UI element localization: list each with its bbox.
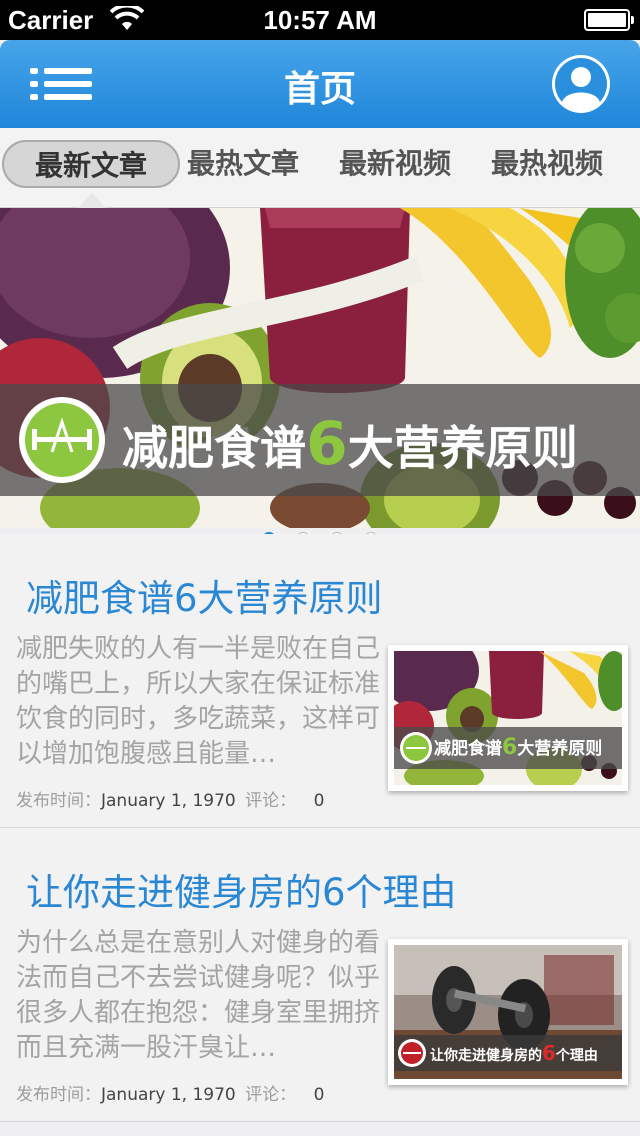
article-thumbnail[interactable]: 减肥食谱6大营养原则 bbox=[388, 645, 628, 791]
user-avatar-icon[interactable] bbox=[552, 55, 610, 113]
thumbnail-caption: 减肥食谱6大营养原则 bbox=[434, 731, 620, 765]
thumb-caption-prefix: 减肥食谱 bbox=[434, 739, 502, 759]
banner-headline-prefix: 减肥食谱 bbox=[122, 421, 306, 475]
clock: 10:57 AM bbox=[263, 5, 377, 35]
tab-latest-videos[interactable]: 最新视频 bbox=[332, 140, 458, 188]
thumb-caption-suffix: 个理由 bbox=[555, 1048, 598, 1064]
article-summary: 减肥失败的人有一半是败在自己的嘴巴上，所以大家在保证标准饮食的同时，多吃蔬菜，这… bbox=[16, 634, 381, 769]
thumb-caption-prefix: 让你走进健身房的 bbox=[430, 1048, 542, 1064]
publish-time-label: 发布时间： bbox=[16, 1085, 101, 1105]
status-bar: Carrier 10:57 AM bbox=[0, 0, 640, 40]
thumb-caption-number: 6 bbox=[502, 735, 518, 760]
battery-icon bbox=[584, 9, 634, 31]
comment-count: 0 bbox=[313, 791, 325, 811]
publish-date: January 1, 1970 bbox=[101, 1085, 236, 1105]
thumb-caption-number: 6 bbox=[542, 1041, 556, 1065]
banner-headline-number: 6 bbox=[306, 409, 348, 479]
tab-hot-articles[interactable]: 最热文章 bbox=[180, 140, 306, 188]
article-meta: 发布时间：January 1, 1970 评论： 0 bbox=[16, 1080, 324, 1105]
comments-label: 评论： bbox=[245, 791, 297, 811]
nav-bar: 首页 bbox=[0, 40, 640, 128]
tab-hot-videos[interactable]: 最热视频 bbox=[484, 140, 610, 188]
article-title[interactable]: 让你走进健身房的6个理由 bbox=[26, 862, 457, 916]
article-thumbnail[interactable]: 让你走进健身房的6个理由 bbox=[388, 939, 628, 1085]
comment-count: 0 bbox=[313, 1085, 325, 1105]
thumbnail-caption: 让你走进健身房的6个理由 bbox=[430, 1036, 620, 1070]
tab-indicator-arrow bbox=[78, 193, 106, 208]
article-item[interactable]: 减肥食谱6大营养原则 减肥失败的人有一半是败在自己的嘴巴上，所以大家在保证标准饮… bbox=[0, 534, 640, 828]
article-meta: 发布时间：January 1, 1970 评论： 0 bbox=[16, 786, 324, 811]
article-title[interactable]: 减肥食谱6大营养原则 bbox=[26, 568, 383, 622]
publish-time-label: 发布时间： bbox=[16, 791, 101, 811]
banner-headline: 减肥食谱6大营养原则 bbox=[122, 404, 632, 484]
banner-headline-suffix: 大营养原则 bbox=[347, 421, 578, 475]
page-title: 首页 bbox=[283, 69, 356, 110]
publish-date: January 1, 1970 bbox=[101, 791, 236, 811]
featured-banner[interactable]: 减肥食谱6大营养原则 bbox=[0, 208, 640, 528]
article-summary: 为什么总是在意别人对健身的看法而自己不去尝试健身呢？似乎很多人都在抱怨：健身室里… bbox=[16, 928, 381, 1063]
tab-latest-articles[interactable]: 最新文章 bbox=[2, 140, 180, 188]
article-item[interactable]: 让你走进健身房的6个理由 为什么总是在意别人对健身的看法而自己不去尝试健身呢？似… bbox=[0, 828, 640, 1122]
thumb-caption-suffix: 大营养原则 bbox=[517, 739, 603, 759]
comments-label: 评论： bbox=[245, 1085, 297, 1105]
